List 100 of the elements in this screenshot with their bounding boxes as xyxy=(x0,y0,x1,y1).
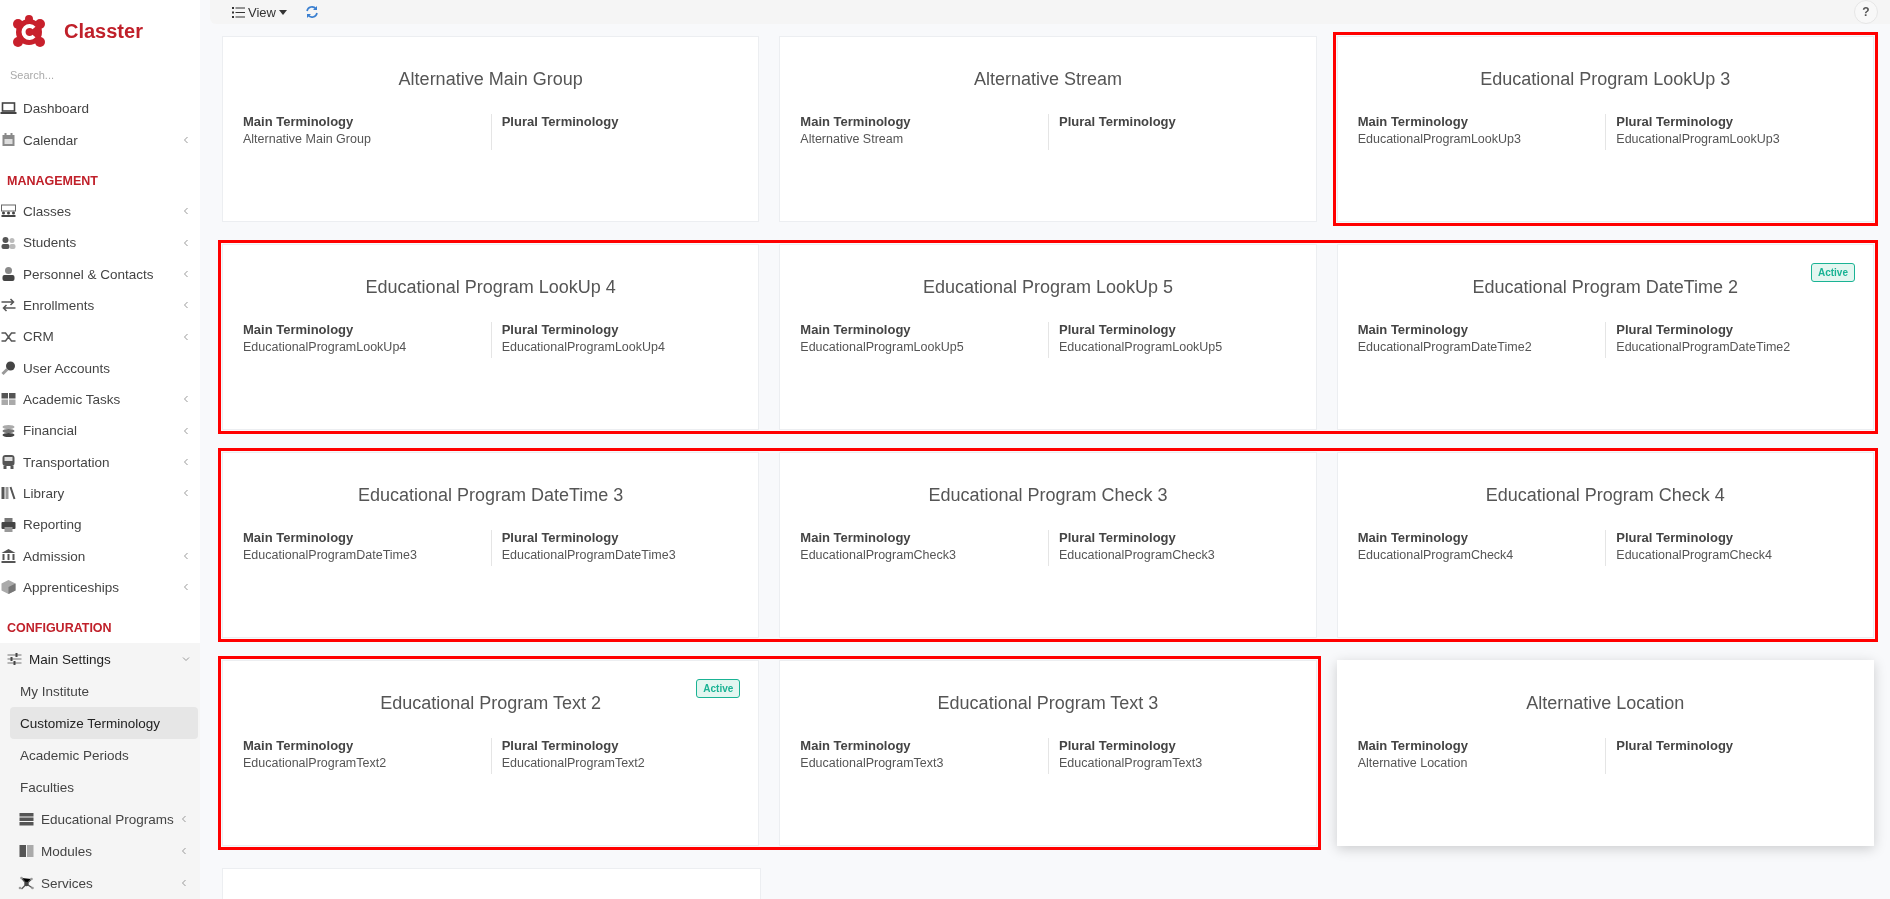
nav-item[interactable]: Educational Programs xyxy=(10,803,198,835)
terminology-card[interactable]: Educational Program Text 3 Main Terminology EducationalProgramText3 Plural Terminology EducationalProgramText3 xyxy=(779,660,1317,846)
field-value: EducationalProgramDateTime3 xyxy=(243,548,418,562)
field-label: Plural Terminology xyxy=(1616,738,1735,753)
chevron-icon xyxy=(182,426,190,435)
field-label: Main Terminology xyxy=(1357,738,1469,753)
nav-item[interactable]: Dashboard xyxy=(0,93,200,125)
laptop-icon xyxy=(0,100,17,117)
card-title: Educational Program LookUp 4 xyxy=(365,277,616,298)
card-title: Educational Program Text 3 xyxy=(937,693,1159,714)
nav-item[interactable]: Main Settings xyxy=(0,643,200,675)
terminology-card[interactable]: Educational Program DateTime 3 Main Terminology EducationalProgramDateTime3 Plural Terminology EducationalProgramDateTime3 xyxy=(222,452,760,638)
nav-item[interactable]: Classes xyxy=(0,195,200,228)
nav-item[interactable]: Academic Periods xyxy=(10,739,198,771)
terminology-card[interactable]: Educational Program Check 4 Main Terminology EducationalProgramCheck4 Plural Terminology EducationalProgramCheck4 xyxy=(1336,452,1874,638)
field-value: EducationalProgramLookUp5 xyxy=(1059,340,1224,354)
terminology-card[interactable]: Educational Program Check 3 Main Terminology EducationalProgramCheck3 Plural Terminology EducationalProgramCheck3 xyxy=(779,452,1317,638)
nav-item[interactable]: Reporting xyxy=(0,509,200,541)
field-value: EducationalProgramLookUp3 xyxy=(1616,132,1781,146)
nav-item[interactable]: Personnel & Contacts xyxy=(0,258,200,290)
card-title: Educational Program LookUp 3 xyxy=(1480,69,1731,90)
nav-item[interactable]: My Institute xyxy=(10,675,198,707)
nav-item[interactable]: Enrollments xyxy=(0,289,200,322)
field-label: Main Terminology xyxy=(243,738,355,753)
sliders-icon xyxy=(6,651,23,667)
card-title: Educational Program Check 4 xyxy=(1485,485,1725,506)
section-header: CONFIGURATION xyxy=(6,620,113,637)
book-icon xyxy=(18,843,35,859)
field-value: EducationalProgramLookUp5 xyxy=(800,340,965,354)
nav-item[interactable]: Faculties xyxy=(10,771,198,803)
refresh-icon[interactable] xyxy=(304,5,319,19)
nav-item[interactable]: Academic Tasks xyxy=(0,383,200,416)
chevron-icon xyxy=(182,552,190,560)
field-value: EducationalProgramDateTime2 xyxy=(1616,340,1792,354)
chevron-icon xyxy=(182,238,190,247)
field-label: Main Terminology xyxy=(800,322,912,337)
nav-item[interactable]: Customize Terminology xyxy=(10,707,198,739)
terminology-card[interactable]: Educational Program Text 2 Active Main Terminology EducationalProgramText2 Plural Terminology EducationalProgramText2 xyxy=(222,660,760,846)
nav-item[interactable]: Financial xyxy=(0,415,200,447)
field-label: Main Terminology xyxy=(800,738,912,753)
nav-item[interactable]: Admission xyxy=(0,540,200,572)
status-badge: Active xyxy=(1810,263,1855,282)
terminology-card[interactable]: Alternative Location Main Terminology Alternative Location Plural Terminology xyxy=(1336,660,1874,846)
network-icon xyxy=(18,875,35,891)
nav-item[interactable]: Modules xyxy=(10,835,198,867)
field-label: Main Terminology xyxy=(1357,114,1469,129)
calendar-icon xyxy=(0,132,17,149)
terminology-card[interactable]: Alternative Main Group Main Terminology Alternative Main Group Plural Terminology xyxy=(222,36,760,222)
terminology-card[interactable]: Educational Program LookUp 5 Main Terminology EducationalProgramLookUp5 Plural Terminology EducationalProgramLookUp5 xyxy=(779,244,1317,430)
field-label: Plural Terminology xyxy=(1059,738,1177,753)
field-label: Plural Terminology xyxy=(1059,530,1177,545)
nav-item[interactable]: Services xyxy=(10,867,198,899)
field-value: Alternative Main Group xyxy=(243,132,372,146)
card-title: Educational Program DateTime 3 xyxy=(357,485,624,506)
field-label: Plural Terminology xyxy=(501,322,620,337)
terminology-card[interactable]: Educational Program LookUp 4 Main Terminology EducationalProgramLookUp4 Plural Terminology EducationalProgramLookUp4 xyxy=(222,244,760,430)
bank-icon xyxy=(0,548,17,564)
card-title: Educational Program DateTime 2 xyxy=(1472,277,1739,298)
chevron-icon xyxy=(182,395,190,404)
field-value: EducationalProgramLookUp3 xyxy=(1357,132,1522,146)
books-icon xyxy=(0,485,17,502)
field-label: Plural Terminology xyxy=(1059,322,1177,337)
nav-item[interactable]: User Accounts xyxy=(0,352,200,384)
field-value: EducationalProgramText2 xyxy=(243,756,388,770)
help-button[interactable]: ? xyxy=(1854,0,1878,24)
chevron-icon xyxy=(182,655,190,663)
field-value: EducationalProgramLookUp4 xyxy=(243,340,408,354)
caret-icon xyxy=(278,9,287,15)
chevron-icon xyxy=(182,583,190,592)
nav-item[interactable]: CRM xyxy=(0,321,200,353)
search-field[interactable]: Search... xyxy=(10,67,180,84)
field-label: Plural Terminology xyxy=(1616,114,1735,129)
chevron-icon xyxy=(182,489,190,498)
nav-item[interactable]: Transportation xyxy=(0,446,200,478)
chevron-icon xyxy=(182,136,190,145)
field-label: Plural Terminology xyxy=(1059,114,1177,129)
classroom-icon xyxy=(0,203,17,220)
terminology-card[interactable]: Educational Program DateTime 2 Active Main Terminology EducationalProgramDateTime2 Plural Terminology EducationalProgramDateTime2 xyxy=(1336,244,1874,430)
field-value: Alternative Location xyxy=(1357,756,1469,770)
terminology-card[interactable]: Alternative Stream Main Terminology Alternative Stream Plural Terminology xyxy=(779,36,1317,222)
nav-item[interactable]: Apprenticeships xyxy=(0,571,200,603)
card-title: Alternative Location xyxy=(1526,693,1685,714)
terminology-card[interactable]: Educational Program LookUp 3 Main Terminology EducationalProgramLookUp3 Plural Terminology EducationalProgramLookUp3 xyxy=(1336,36,1874,222)
arrows-icon xyxy=(0,297,17,314)
person-icon xyxy=(0,266,17,283)
list-icon xyxy=(232,6,245,18)
view-button[interactable]: View xyxy=(232,2,287,22)
field-label: Plural Terminology xyxy=(501,738,620,753)
card-title: Alternative Main Group xyxy=(398,69,583,90)
chevron-icon xyxy=(180,879,188,887)
nav-item[interactable]: Calendar xyxy=(0,124,200,156)
key-icon xyxy=(0,360,17,377)
field-value: EducationalProgramDateTime3 xyxy=(501,548,677,562)
nav-item[interactable]: Library xyxy=(0,477,200,509)
field-label: Plural Terminology xyxy=(501,114,620,129)
chevron-icon xyxy=(182,458,190,466)
grid-icon xyxy=(0,391,17,408)
nav-item[interactable]: Students xyxy=(0,227,200,259)
field-label: Main Terminology xyxy=(1357,322,1469,337)
server-icon xyxy=(18,811,35,827)
